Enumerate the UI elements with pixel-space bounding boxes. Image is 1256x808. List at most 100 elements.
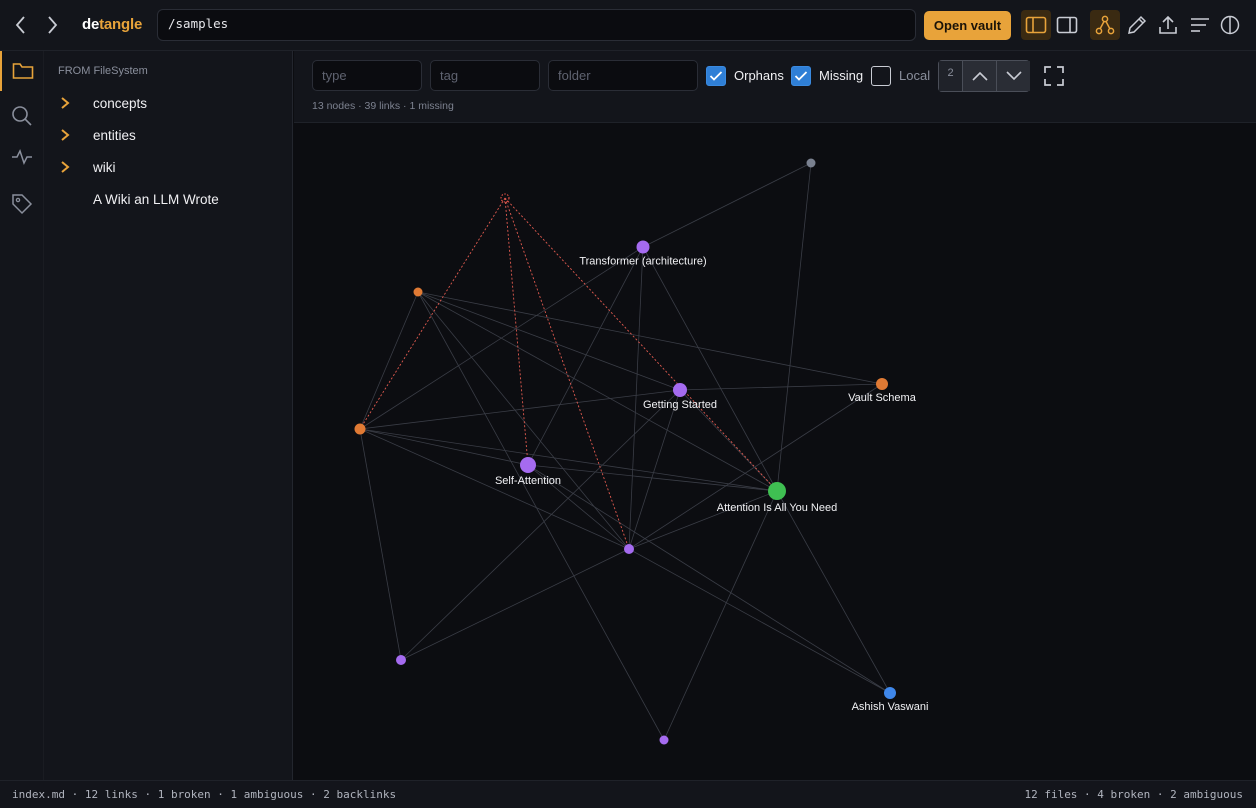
- local-label: Local: [899, 68, 931, 83]
- graph-node-label: Getting Started: [643, 399, 717, 411]
- graph-edge: [527, 464, 778, 492]
- graph-view-button[interactable]: [1090, 10, 1120, 40]
- rail-activity-button[interactable]: [0, 137, 44, 177]
- info-icon: [1220, 15, 1240, 35]
- graph-edge: [417, 291, 778, 492]
- rail-search-button[interactable]: [0, 96, 44, 136]
- graph-node-label: Vault Schema: [848, 392, 917, 404]
- graph-edge: [527, 246, 644, 466]
- graph-node-getting[interactable]: [673, 383, 687, 397]
- orphans-checkbox[interactable]: [706, 66, 726, 86]
- outline-button[interactable]: [1185, 10, 1215, 40]
- graph-node-label: Transformer (architecture): [579, 256, 706, 268]
- toggle-left-panel-button[interactable]: [1021, 10, 1051, 40]
- graph-node-label: Ashish Vaswani: [852, 701, 929, 713]
- open-vault-button[interactable]: Open vault: [924, 11, 1011, 40]
- graph-edge: [628, 246, 644, 550]
- tree-item-index-file[interactable]: A Wiki an LLM Wrote: [44, 185, 293, 213]
- outline-icon: [1191, 18, 1209, 32]
- missing-checkbox[interactable]: [791, 66, 811, 86]
- graph-node-o2[interactable]: [354, 423, 366, 435]
- graph-missing-edge: [504, 197, 630, 550]
- tree-item-wiki[interactable]: wiki: [44, 153, 293, 181]
- graph-canvas[interactable]: Transformer (architecture) Vault Schema Ge…: [300, 123, 1256, 780]
- toggle-right-panel-button[interactable]: [1052, 10, 1082, 40]
- activity-rail: [0, 51, 44, 780]
- graph-node-attn[interactable]: [768, 482, 786, 500]
- checkmark-icon: [709, 71, 723, 81]
- pencil-icon: [1128, 15, 1147, 34]
- graph-edge: [359, 428, 402, 661]
- layout-right-icon: [1056, 16, 1078, 34]
- graph-edge: [417, 291, 630, 550]
- graph-edge: [359, 291, 419, 430]
- graph-node-vault[interactable]: [876, 378, 888, 390]
- expand-icon: [1044, 66, 1064, 86]
- graph-node-p2[interactable]: [659, 735, 669, 745]
- folder-filter-input[interactable]: [548, 60, 698, 91]
- layout-left-icon: [1025, 16, 1047, 34]
- tree-item-concepts[interactable]: concepts: [44, 89, 293, 117]
- graph-edge: [628, 548, 891, 694]
- tag-filter-input[interactable]: [430, 60, 540, 91]
- graph-node-label: Self-Attention: [495, 475, 561, 487]
- fullscreen-button[interactable]: [1042, 64, 1066, 88]
- depth-stepper: 2: [938, 60, 1030, 92]
- graph-edge: [642, 246, 778, 492]
- graph-node-p1[interactable]: [396, 655, 406, 665]
- forward-button[interactable]: [41, 12, 63, 38]
- orphans-label: Orphans: [734, 68, 784, 83]
- export-button[interactable]: [1153, 10, 1183, 40]
- local-checkbox[interactable]: [871, 66, 891, 86]
- graph-edge: [628, 389, 681, 550]
- graph-node-ashish[interactable]: [884, 687, 896, 699]
- app-logo: detangle: [82, 16, 142, 33]
- chevron-left-icon: [15, 16, 25, 34]
- top-bar: detangle /samples Open vault: [0, 0, 1256, 51]
- missing-label: Missing: [819, 68, 864, 83]
- graph-edge: [417, 291, 681, 391]
- rail-tags-button[interactable]: [0, 184, 44, 224]
- graph-edge: [776, 490, 891, 694]
- graph-edge: [359, 389, 681, 430]
- graph-edge: [400, 389, 681, 661]
- depth-decrease-button[interactable]: [996, 61, 1030, 91]
- chevron-up-icon: [971, 71, 988, 81]
- edit-button[interactable]: [1122, 10, 1152, 40]
- depth-value[interactable]: 2: [939, 61, 962, 91]
- activity-icon: [12, 149, 32, 165]
- status-file-info: index.md · 12 links · 1 broken · 1 ambig…: [12, 788, 397, 801]
- depth-increase-button[interactable]: [962, 61, 996, 91]
- explorer-source-header: FROM FileSystem: [58, 65, 148, 77]
- graph-node-trans[interactable]: [636, 240, 650, 254]
- graph-node-grey[interactable]: [806, 158, 816, 168]
- back-button[interactable]: [10, 12, 32, 38]
- info-button[interactable]: [1215, 10, 1245, 40]
- tree-item-label: A Wiki an LLM Wrote: [93, 191, 219, 207]
- vault-path-field[interactable]: /samples: [157, 9, 916, 41]
- graph-node-o1[interactable]: [413, 287, 423, 297]
- status-vault-info: 12 files · 4 broken · 2 ambiguous: [1024, 788, 1243, 801]
- graph-node-label: Attention Is All You Need: [717, 502, 837, 514]
- tree-item-label: entities: [93, 127, 136, 143]
- graph-pane: Orphans Missing Local 2 13 nodes · 39 li…: [294, 51, 1256, 780]
- graph-node-self[interactable]: [520, 457, 536, 473]
- graph-edge: [642, 162, 812, 248]
- graph-edge: [417, 291, 883, 385]
- graph-node-hub[interactable]: [624, 544, 634, 554]
- graph-missing-edge: [359, 197, 506, 430]
- tag-icon: [12, 194, 33, 215]
- graph-edge: [400, 548, 630, 661]
- rail-files-button[interactable]: [0, 51, 44, 91]
- tree-item-label: concepts: [93, 95, 148, 111]
- graph-icon: [1095, 15, 1115, 35]
- type-filter-input[interactable]: [312, 60, 422, 91]
- checkmark-icon: [794, 71, 808, 81]
- status-bar: index.md · 12 links · 1 broken · 1 ambig…: [0, 780, 1256, 808]
- chevron-right-icon: [61, 97, 70, 109]
- folder-icon: [12, 63, 34, 79]
- tree-item-entities[interactable]: entities: [44, 121, 293, 149]
- graph-filter-bar: Orphans Missing Local 2 13 nodes · 39 li…: [294, 51, 1256, 123]
- graph-stats: 13 nodes · 39 links · 1 missing: [312, 100, 454, 112]
- chevron-right-icon: [61, 129, 70, 141]
